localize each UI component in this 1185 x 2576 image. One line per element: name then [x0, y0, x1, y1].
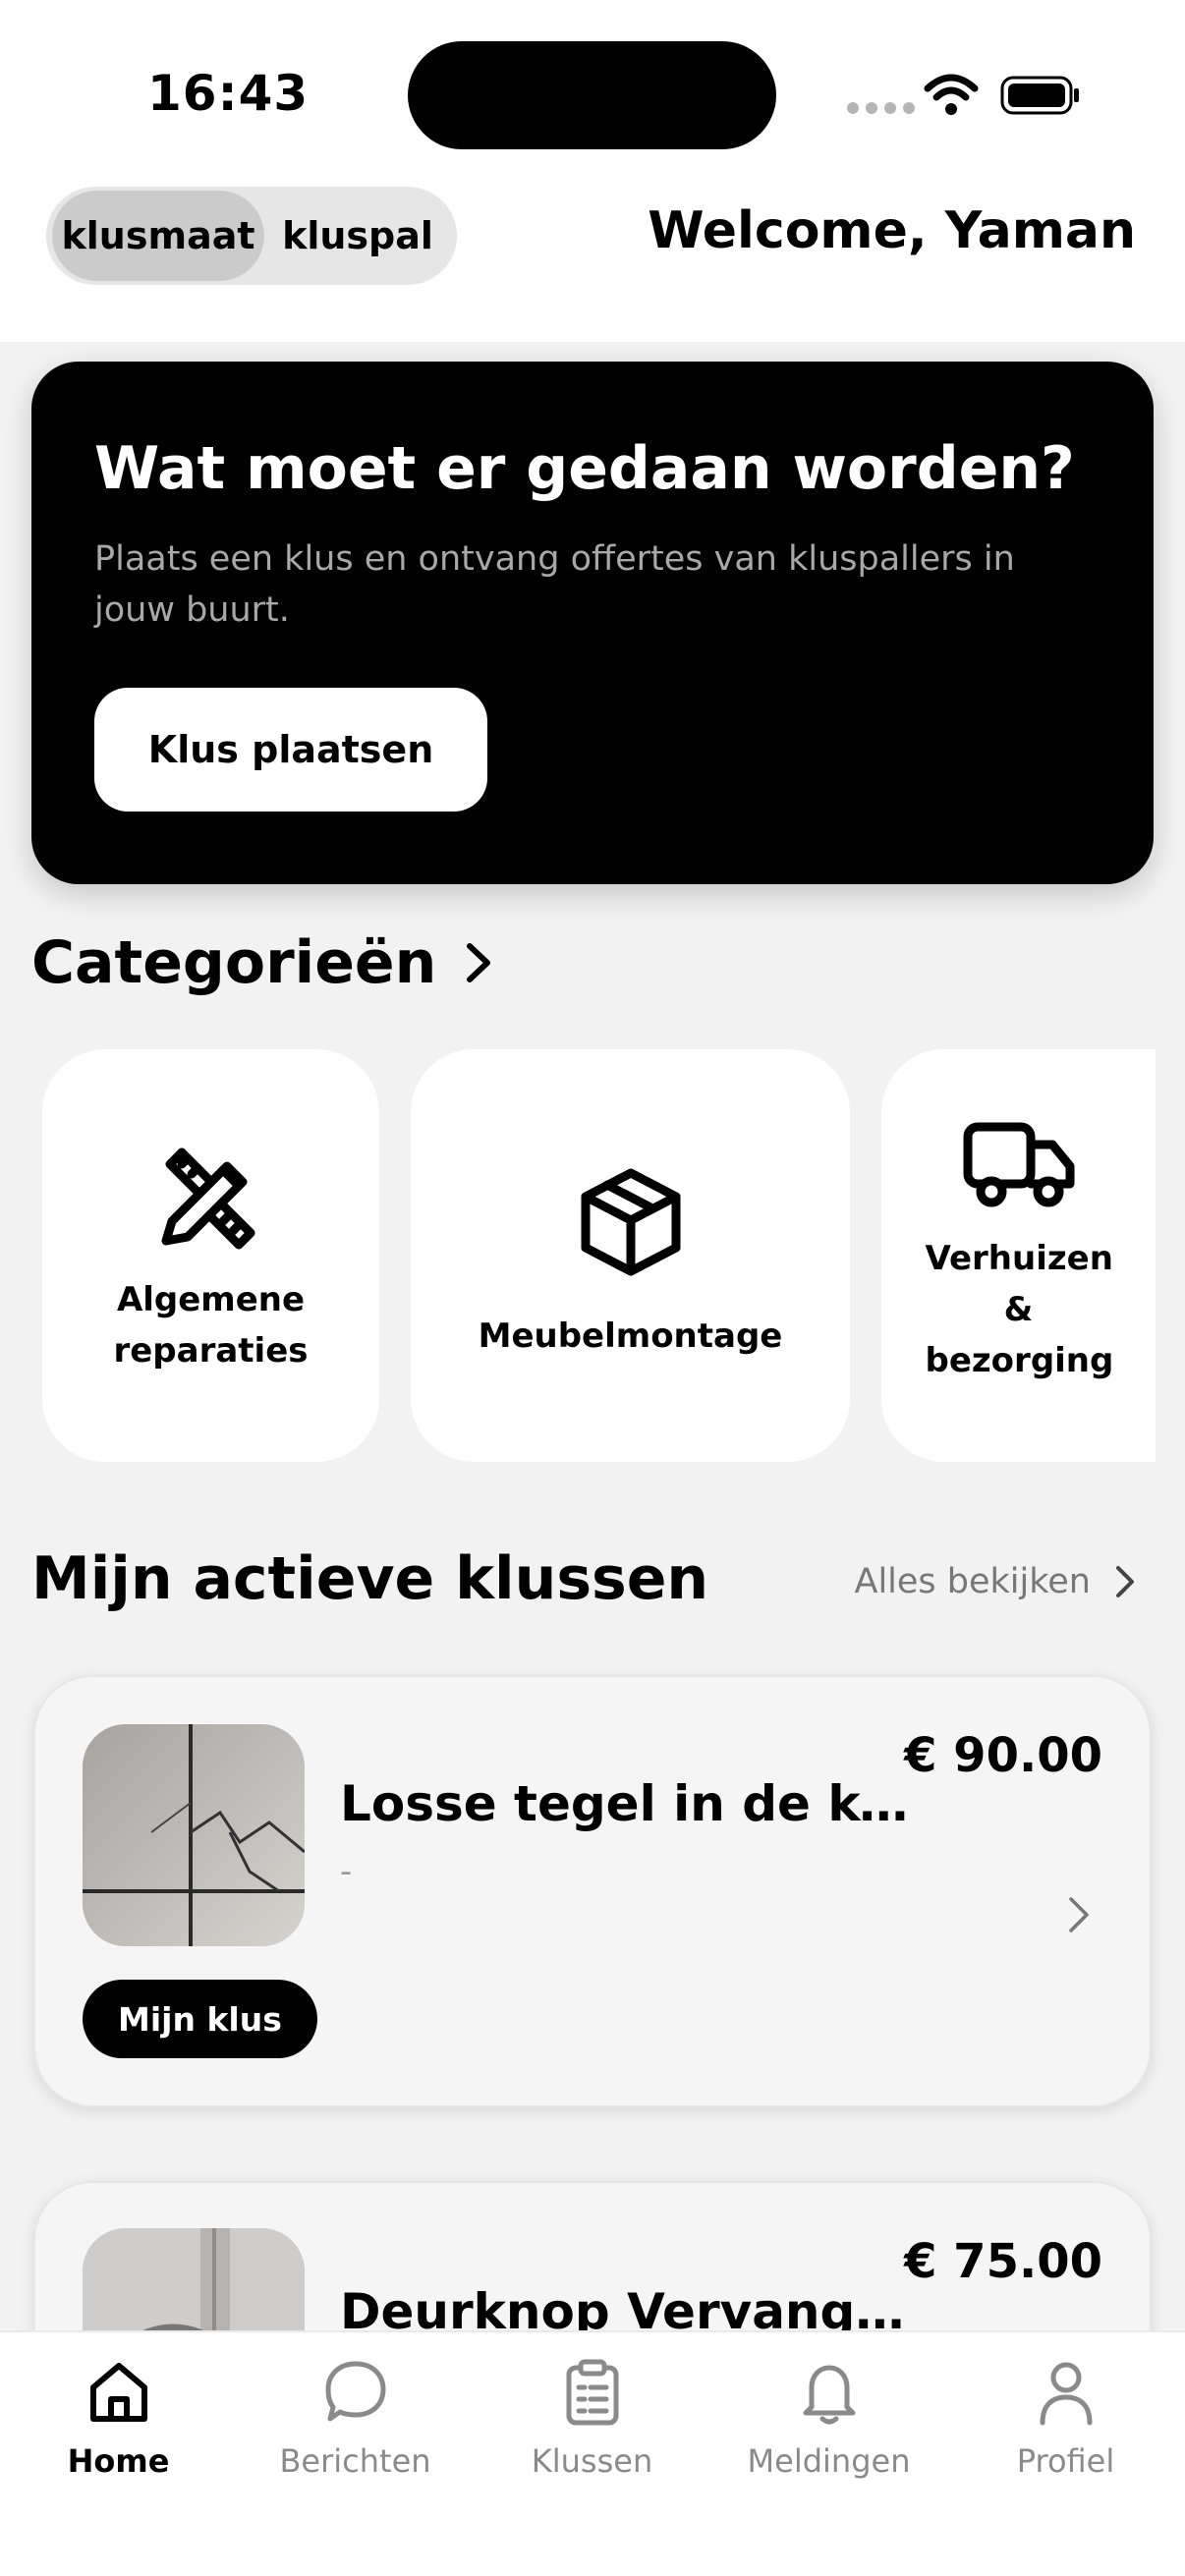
toggle-klusmaat[interactable]: klusmaat [52, 191, 264, 281]
see-all-label: Alles bekijken [854, 1562, 1092, 1601]
dynamic-island [408, 41, 776, 149]
categories-header[interactable]: Categorieën [31, 928, 495, 997]
welcome-text: Welcome, Yaman [648, 201, 1136, 260]
truck-icon [963, 1122, 1074, 1207]
tab-home[interactable]: Home [0, 2358, 237, 2480]
tab-label: Profiel [1016, 2442, 1115, 2480]
categories-title: Categorieën [31, 928, 437, 997]
chevron-right-icon [1116, 1566, 1134, 1597]
tab-label: Klussen [531, 2442, 653, 2480]
job-price: € 75.00 [904, 2234, 1102, 2289]
battery-icon [1000, 76, 1079, 115]
job-thumbnail [83, 1724, 305, 1946]
tab-label: Home [67, 2442, 170, 2480]
user-icon [1040, 2362, 1092, 2426]
tab-notifications[interactable]: Meldingen [710, 2358, 947, 2480]
hero-subtitle: Plaats een klus en ontvang offertes van … [94, 539, 1015, 630]
tools-icon [161, 1148, 254, 1250]
clipboard-icon [566, 2359, 618, 2426]
my-job-badge: Mijn klus [83, 1980, 317, 2058]
toggle-kluspal[interactable]: kluspal [264, 191, 451, 281]
job-card[interactable]: Losse tegel in de keu... - € 90.00 Mijn … [33, 1675, 1152, 2107]
hero-card: Wat moet er gedaan worden? Plaats een kl… [31, 362, 1154, 884]
tab-bar: Home Berichten Klussen Meldingen Profiel [0, 2330, 1185, 2576]
role-toggle[interactable]: klusmaat kluspal [46, 187, 457, 285]
job-title: Losse tegel in de keu... [340, 1775, 920, 1832]
job-price: € 90.00 [904, 1728, 1102, 1783]
bell-icon [803, 2365, 855, 2425]
category-card-moving[interactable]: Verhuizen & bezorging [881, 1049, 1156, 1462]
chevron-right-icon [1069, 1897, 1089, 1932]
box-icon [581, 1168, 680, 1276]
tab-label: Meldingen [747, 2442, 911, 2480]
post-job-button[interactable]: Klus plaatsen [94, 688, 487, 812]
tab-jobs[interactable]: Klussen [474, 2358, 710, 2480]
job-subtitle: - [340, 1852, 353, 1891]
home-icon [89, 2363, 147, 2422]
category-label: Algemene reparaties [113, 1280, 309, 1371]
category-label: Verhuizen & bezorging [925, 1239, 1114, 1380]
hero-title: Wat moet er gedaan worden? [94, 434, 1075, 503]
category-card-furniture[interactable]: Meubelmontage [411, 1049, 850, 1462]
active-jobs-title: Mijn actieve klussen [31, 1544, 709, 1613]
tab-label: Berichten [279, 2442, 431, 2480]
status-time: 16:43 [147, 65, 310, 122]
top-header: 16:43 klusmaat kluspal Welcome, Yaman [0, 0, 1185, 342]
tab-profile[interactable]: Profiel [947, 2358, 1184, 2480]
chevron-right-icon [467, 943, 491, 982]
wifi-icon [924, 74, 979, 115]
signal-icon [847, 102, 915, 114]
see-all-link[interactable]: Alles bekijken [855, 1562, 1137, 1601]
tab-messages[interactable]: Berichten [237, 2358, 474, 2480]
category-label: Meubelmontage [478, 1316, 783, 1356]
category-card-repairs[interactable]: Algemene reparaties [42, 1049, 379, 1462]
chat-icon [325, 2361, 385, 2422]
